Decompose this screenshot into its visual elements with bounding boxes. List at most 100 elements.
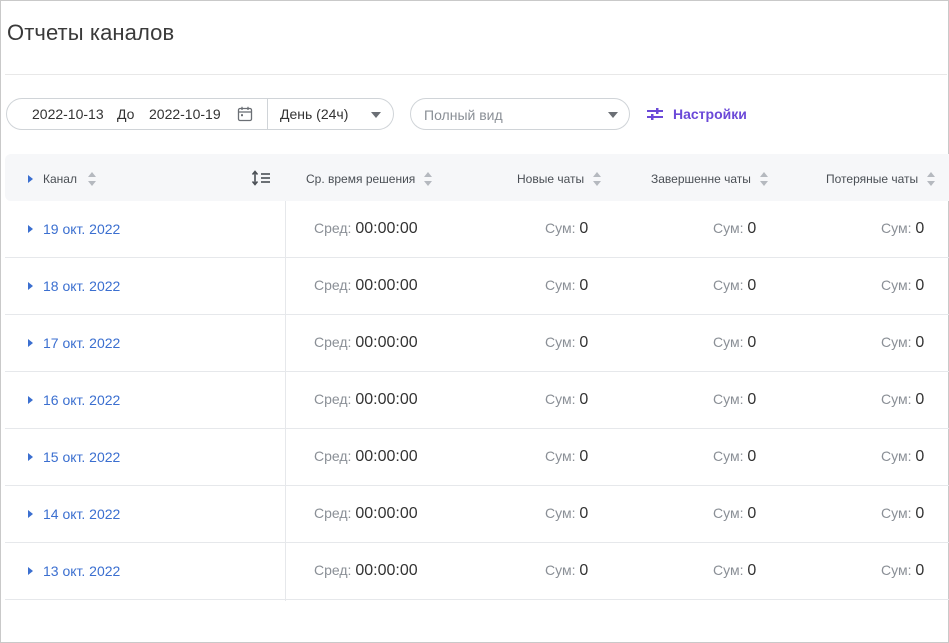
- column-header-new-chats[interactable]: Новые чаты: [517, 171, 602, 187]
- new-chats-cell: Сум: 0: [545, 391, 588, 409]
- sum-label: Сум:: [881, 505, 912, 521]
- sort-icon[interactable]: [927, 171, 936, 187]
- row-date-link[interactable]: 17 окт. 2022: [28, 335, 120, 351]
- sum-value: 0: [747, 391, 757, 408]
- caret-right-icon[interactable]: [28, 225, 33, 233]
- view-select[interactable]: Полный вид: [410, 98, 630, 130]
- header-divider: [5, 74, 947, 75]
- view-select-placeholder: Полный вид: [424, 107, 503, 123]
- avg-label: Сред:: [314, 391, 352, 407]
- calendar-icon[interactable]: [237, 106, 253, 122]
- caret-right-icon[interactable]: [28, 396, 33, 404]
- table-row: 15 окт. 2022 Сред: 00:00:00 Сум: 0 Сум: …: [5, 429, 949, 486]
- column-label: Новые чаты: [517, 172, 585, 186]
- sum-value: 0: [915, 220, 925, 237]
- row-date-link[interactable]: 14 окт. 2022: [28, 506, 120, 522]
- sum-value: 0: [579, 277, 589, 294]
- caret-right-icon[interactable]: [28, 282, 33, 290]
- row-date-link[interactable]: 16 окт. 2022: [28, 392, 120, 408]
- period-separator: [267, 99, 268, 129]
- finished-chats-cell: Сум: 0: [713, 505, 756, 523]
- table-row: 13 окт. 2022 Сред: 00:00:00 Сум: 0 Сум: …: [5, 543, 949, 600]
- sum-value: 0: [915, 505, 925, 522]
- avg-value: 00:00:00: [355, 220, 418, 237]
- sort-icon[interactable]: [424, 171, 433, 187]
- sum-label: Сум:: [713, 448, 744, 464]
- period-select-value[interactable]: День (24ч): [280, 106, 348, 122]
- sort-icon[interactable]: [87, 171, 96, 187]
- sum-value: 0: [747, 277, 757, 294]
- sliders-icon: [647, 108, 663, 120]
- avg-value: 00:00:00: [355, 277, 418, 294]
- row-date-label: 13 окт. 2022: [43, 563, 121, 579]
- finished-chats-cell: Сум: 0: [713, 220, 756, 238]
- row-date-link[interactable]: 15 окт. 2022: [28, 449, 120, 465]
- chevron-down-icon[interactable]: [371, 112, 381, 118]
- lost-chats-cell: Сум: 0: [881, 562, 924, 580]
- avg-resolution-cell: Сред: 00:00:00: [314, 334, 418, 352]
- table-row: 19 окт. 2022 Сред: 00:00:00 Сум: 0 Сум: …: [5, 201, 949, 258]
- avg-value: 00:00:00: [355, 505, 418, 522]
- row-date-label: 19 окт. 2022: [43, 221, 121, 237]
- caret-right-icon[interactable]: [28, 339, 33, 347]
- column-header-lost-chats[interactable]: Потеряные чаты: [826, 171, 936, 187]
- lost-chats-cell: Сум: 0: [881, 277, 924, 295]
- sum-value: 0: [915, 391, 925, 408]
- sum-value: 0: [579, 448, 589, 465]
- chevron-down-icon[interactable]: [608, 112, 618, 118]
- avg-label: Сред:: [314, 220, 352, 236]
- column-header-channel[interactable]: Канал: [28, 171, 96, 187]
- sum-value: 0: [747, 220, 757, 237]
- lost-chats-cell: Сум: 0: [881, 220, 924, 238]
- column-label: Канал: [43, 172, 77, 186]
- caret-right-icon[interactable]: [28, 567, 33, 575]
- avg-label: Сред:: [314, 277, 352, 293]
- table-row: 16 окт. 2022 Сред: 00:00:00 Сум: 0 Сум: …: [5, 372, 949, 429]
- finished-chats-cell: Сум: 0: [713, 277, 756, 295]
- row-date-link[interactable]: 18 окт. 2022: [28, 278, 120, 294]
- line-height-icon[interactable]: [251, 170, 271, 186]
- sum-value: 0: [915, 562, 925, 579]
- date-from-value[interactable]: 2022-10-13: [32, 106, 104, 122]
- avg-value: 00:00:00: [355, 334, 418, 351]
- sum-value: 0: [579, 220, 589, 237]
- sum-label: Сум:: [545, 277, 576, 293]
- avg-resolution-cell: Сред: 00:00:00: [314, 220, 418, 238]
- sum-value: 0: [579, 562, 589, 579]
- finished-chats-cell: Сум: 0: [713, 448, 756, 466]
- new-chats-cell: Сум: 0: [545, 448, 588, 466]
- avg-value: 00:00:00: [355, 562, 418, 579]
- caret-right-icon[interactable]: [28, 175, 33, 183]
- date-range-picker[interactable]: 2022-10-13 До 2022-10-19 День (24ч): [6, 98, 394, 130]
- column-header-avg-resolution[interactable]: Ср. время решения: [306, 171, 433, 187]
- date-to-label: До: [117, 106, 135, 122]
- sort-icon[interactable]: [759, 171, 768, 187]
- finished-chats-cell: Сум: 0: [713, 562, 756, 580]
- sum-value: 0: [915, 334, 925, 351]
- sum-label: Сум:: [545, 220, 576, 236]
- sum-label: Сум:: [881, 334, 912, 350]
- sort-icon[interactable]: [593, 171, 602, 187]
- sum-value: 0: [915, 448, 925, 465]
- row-date-link[interactable]: 13 окт. 2022: [28, 563, 120, 579]
- row-date-label: 16 окт. 2022: [43, 392, 121, 408]
- new-chats-cell: Сум: 0: [545, 277, 588, 295]
- column-header-finished-chats[interactable]: Завершенне чаты: [651, 171, 768, 187]
- sum-value: 0: [747, 562, 757, 579]
- row-date-link[interactable]: 19 окт. 2022: [28, 221, 120, 237]
- sum-value: 0: [747, 334, 757, 351]
- caret-right-icon[interactable]: [28, 510, 33, 518]
- sum-label: Сум:: [713, 334, 744, 350]
- avg-label: Сред:: [314, 562, 352, 578]
- caret-right-icon[interactable]: [28, 453, 33, 461]
- row-date-label: 15 окт. 2022: [43, 449, 121, 465]
- avg-resolution-cell: Сред: 00:00:00: [314, 277, 418, 295]
- table-body: 19 окт. 2022 Сред: 00:00:00 Сум: 0 Сум: …: [5, 201, 949, 600]
- new-chats-cell: Сум: 0: [545, 334, 588, 352]
- settings-button[interactable]: Настройки: [646, 98, 747, 130]
- sum-value: 0: [579, 505, 589, 522]
- date-to-value[interactable]: 2022-10-19: [149, 106, 221, 122]
- sum-label: Сум:: [713, 505, 744, 521]
- avg-label: Сред:: [314, 448, 352, 464]
- column-label: Ср. время решения: [306, 172, 416, 186]
